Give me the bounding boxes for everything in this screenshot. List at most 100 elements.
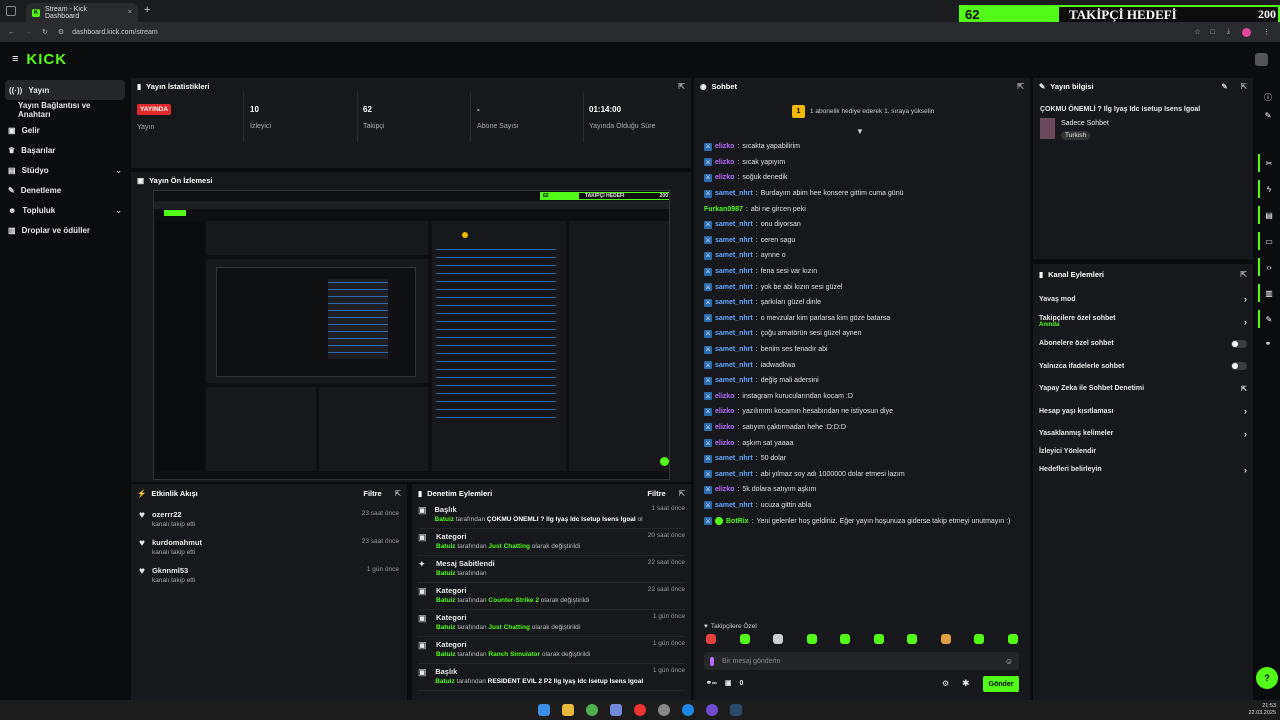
send-button[interactable]: Gönder: [983, 676, 1019, 692]
emote-icon[interactable]: [806, 634, 817, 644]
actor[interactable]: Batuiz: [435, 516, 455, 523]
popout-icon[interactable]: ⇱: [1240, 270, 1247, 279]
chrome-icon[interactable]: [586, 704, 598, 716]
people-icon[interactable]: ✱: [962, 678, 970, 689]
popout-icon[interactable]: ⇱: [679, 489, 685, 498]
filter-button[interactable]: Filtre: [363, 489, 381, 498]
sidebar-item-denetleme[interactable]: ✎ Denetleme: [0, 180, 130, 200]
chat-username[interactable]: samet_nhrt: [715, 315, 753, 322]
sidebar-item-stream-key[interactable]: Yayın Bağlantısı ve Anahtarı: [0, 100, 130, 120]
chat-username[interactable]: elizko: [715, 486, 734, 493]
chat-username[interactable]: elizko: [715, 174, 734, 181]
emoji-icon[interactable]: ☺: [1005, 657, 1013, 666]
emote-icon[interactable]: [840, 634, 851, 644]
chat-username[interactable]: elizko: [715, 393, 734, 400]
ai-moderation-item[interactable]: Yapay Zeka ile Sohbet Denetimi ⇱: [1033, 378, 1253, 400]
sidebar-item-basarilar[interactable]: ♛ Başarılar: [0, 140, 130, 160]
banned-words-item[interactable]: Yasaklanmış kelimeler ›: [1033, 422, 1253, 444]
chat-username[interactable]: samet_nhrt: [715, 221, 753, 228]
forward-icon[interactable]: →: [25, 29, 32, 36]
sidebar-item-yayin[interactable]: ((·)) Yayın: [5, 80, 125, 100]
actor[interactable]: Batuiz: [436, 570, 456, 577]
followers-only-chat-item[interactable]: Takipçilere özel sohbet Anında ›: [1033, 310, 1253, 332]
link-icon[interactable]: ⚭∞: [706, 679, 717, 687]
follower-name[interactable]: Gknnml53: [152, 566, 195, 575]
actor[interactable]: Batuiz: [436, 624, 456, 631]
site-info-icon[interactable]: ⚙: [58, 28, 64, 36]
help-icon[interactable]: ?: [1256, 667, 1278, 689]
file-explorer-icon[interactable]: [562, 704, 574, 716]
popout-icon[interactable]: ⇱: [678, 82, 685, 91]
tab-actions-icon[interactable]: [6, 6, 16, 16]
emote-icon[interactable]: [974, 634, 985, 644]
sidebar-item-studyo[interactable]: ▤ Stüdyo ⌄: [0, 160, 130, 180]
edit-icon[interactable]: ✎: [1221, 82, 1227, 91]
chat-username[interactable]: samet_nhrt: [715, 346, 753, 353]
reload-icon[interactable]: ↻: [42, 28, 48, 36]
host-item[interactable]: İzleyici Yönlendir: [1033, 445, 1253, 459]
user-avatar[interactable]: [1255, 52, 1268, 66]
subs-only-toggle[interactable]: [1231, 339, 1247, 348]
steam-icon[interactable]: [730, 704, 742, 716]
follower-name[interactable]: kurdomahmut: [152, 538, 202, 547]
clip-icon[interactable]: ✂: [1258, 154, 1278, 172]
profile-avatar-icon[interactable]: [1242, 27, 1251, 37]
chat-username[interactable]: elizko: [715, 408, 734, 415]
code-icon[interactable]: ‹›: [1258, 258, 1278, 276]
sidebar-item-droplar[interactable]: ▥ Droplar ve ödüller: [0, 220, 130, 240]
download-icon[interactable]: ⤓: [1227, 28, 1230, 36]
windows-start-icon[interactable]: [538, 704, 550, 716]
chat-username[interactable]: elizko: [715, 159, 734, 166]
popout-icon[interactable]: ⇱: [395, 489, 401, 498]
back-icon[interactable]: ←: [8, 29, 15, 36]
emote-icon[interactable]: [1007, 634, 1018, 644]
close-tab-icon[interactable]: ×: [128, 9, 132, 16]
browser-tab[interactable]: K Stream - Kick Dashboard ×: [26, 3, 138, 22]
chat-username[interactable]: samet_nhrt: [715, 502, 753, 509]
server-icon[interactable]: ▥: [1258, 284, 1278, 302]
new-tab-button[interactable]: +: [144, 4, 150, 16]
kick-logo[interactable]: KICK: [26, 51, 67, 68]
set-goals-item[interactable]: Hedefleri belirleyin ›: [1033, 459, 1253, 481]
account-age-item[interactable]: Hesap yaşı kısıtlaması ›: [1033, 400, 1253, 422]
chat-username[interactable]: samet_nhrt: [715, 190, 753, 197]
emote-icon[interactable]: [907, 634, 918, 644]
app-icon[interactable]: [706, 704, 718, 716]
chat-username[interactable]: samet_nhrt: [715, 362, 753, 369]
url-field[interactable]: dashboard.kick.com/stream: [72, 29, 158, 36]
follower-name[interactable]: ozerrr22: [152, 510, 195, 519]
expand-icon[interactable]: ▼: [856, 127, 864, 136]
settings-gear-icon[interactable]: ⚙: [942, 679, 949, 688]
filter-button[interactable]: Filtre: [647, 489, 665, 498]
hamburger-menu-icon[interactable]: ≡: [12, 53, 18, 65]
app-icon[interactable]: [658, 704, 670, 716]
chat-username[interactable]: samet_nhrt: [715, 299, 753, 306]
bookmark-star-icon[interactable]: ☆: [1194, 28, 1200, 36]
slow-mode-item[interactable]: Yavaş mod ›: [1033, 288, 1253, 310]
chat-username[interactable]: samet_nhrt: [715, 284, 753, 291]
chat-username[interactable]: samet_nhrt: [715, 330, 753, 337]
emote-icon[interactable]: [706, 634, 716, 644]
opera-icon[interactable]: [634, 704, 646, 716]
chat-username[interactable]: elizko: [715, 440, 734, 447]
chat-username[interactable]: samet_nhrt: [715, 268, 753, 275]
chest-icon[interactable]: ▣: [725, 679, 732, 687]
document-icon[interactable]: ▤: [1258, 206, 1278, 224]
emote-only-toggle[interactable]: [1231, 362, 1247, 371]
extensions-icon[interactable]: □: [1211, 29, 1215, 36]
chat-username[interactable]: elizko: [715, 424, 734, 431]
chat-username[interactable]: samet_nhrt: [715, 471, 753, 478]
edit-icon[interactable]: ✎: [1258, 106, 1278, 124]
actor[interactable]: Batuiz: [435, 678, 455, 685]
discord-icon[interactable]: [610, 704, 622, 716]
popout-icon[interactable]: ⇱: [1241, 82, 1247, 91]
emote-icon[interactable]: [739, 634, 750, 644]
emote-icon[interactable]: [940, 634, 951, 644]
system-clock[interactable]: 21:53 22.03.2025: [1248, 703, 1276, 717]
chat-username[interactable]: samet_nhrt: [715, 377, 753, 384]
chat-bubble-icon[interactable]: ▭: [1258, 232, 1278, 250]
chat-username[interactable]: BotRix: [726, 518, 749, 525]
browser-menu-icon[interactable]: ⋮: [1263, 28, 1270, 36]
edge-icon[interactable]: [682, 704, 694, 716]
chat-username[interactable]: elizko: [715, 143, 734, 150]
